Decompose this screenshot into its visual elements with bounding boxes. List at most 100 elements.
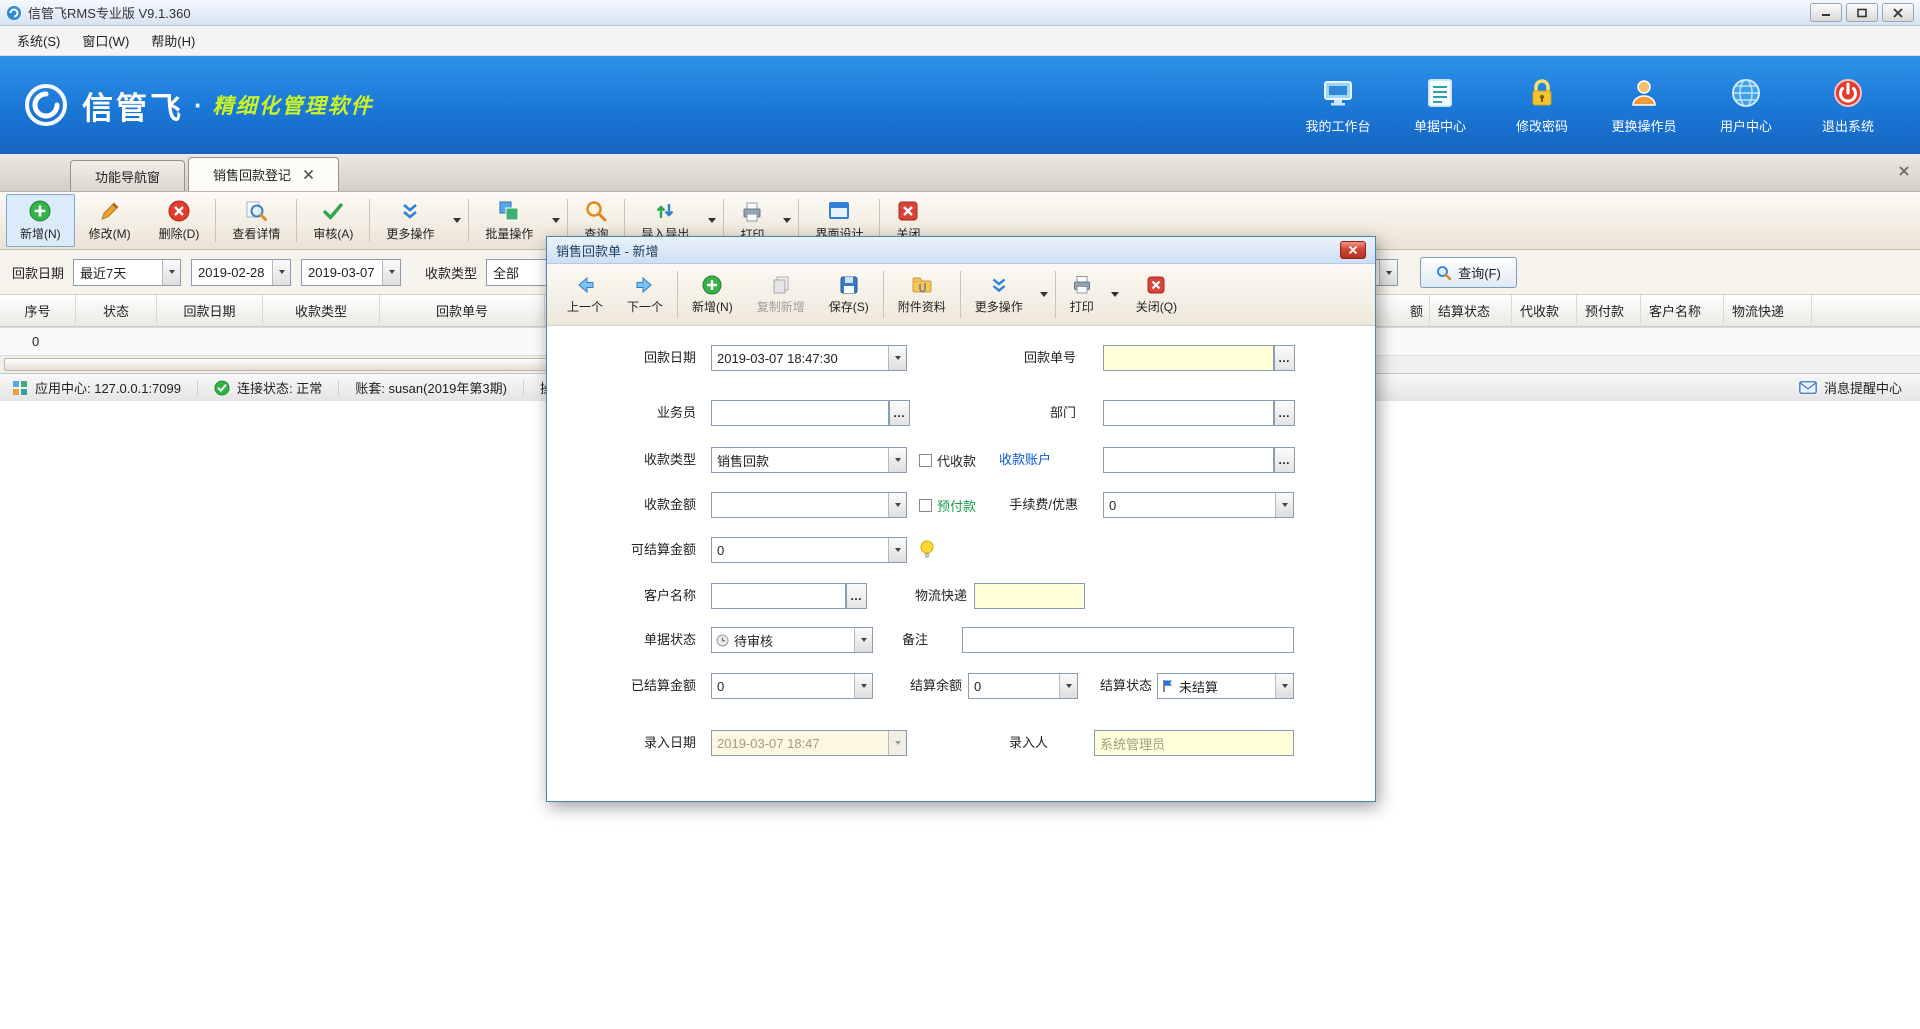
dropdown-arrow[interactable] xyxy=(854,674,872,698)
balance-combo[interactable]: 0 xyxy=(968,673,1078,699)
column-header-seq[interactable]: 序号 xyxy=(0,295,76,326)
column-header-customer[interactable]: 客户名称 xyxy=(1641,295,1724,326)
dropdown-arrow[interactable] xyxy=(888,538,906,562)
dialog-close-action-button[interactable]: 关闭(Q) xyxy=(1124,266,1189,323)
column-header-agency[interactable]: 代收款 xyxy=(1512,295,1577,326)
dialog-more-actions-button[interactable]: 更多操作 xyxy=(963,266,1035,323)
menu-help[interactable]: 帮助(H) xyxy=(140,26,206,55)
next-record-button[interactable]: 下一个 xyxy=(615,266,675,323)
document-list-icon xyxy=(1423,76,1457,110)
receipt-account-input[interactable] xyxy=(1103,447,1274,473)
receipt-type-combo[interactable]: 销售回款 xyxy=(711,447,907,473)
menu-system[interactable]: 系统(S) xyxy=(6,26,71,55)
attachments-button[interactable]: 附件资料 xyxy=(886,266,958,323)
column-header-logistics[interactable]: 物流快递 xyxy=(1724,295,1812,326)
dropdown-arrow[interactable] xyxy=(1059,674,1077,698)
salesman-input[interactable] xyxy=(711,400,889,426)
dialog-title-bar[interactable]: 销售回款单 - 新增 xyxy=(547,237,1375,264)
query-button[interactable]: 查询(F) xyxy=(1420,257,1517,288)
batch-actions-button[interactable]: 批量操作 xyxy=(471,194,547,247)
filter-date-label: 回款日期 xyxy=(12,263,64,282)
attachment-folder-icon xyxy=(911,274,933,296)
date-from-combo[interactable]: 2019-02-28 xyxy=(191,259,291,286)
more-actions-dropdown[interactable] xyxy=(448,194,466,247)
doc-status-combo[interactable]: 待审核 xyxy=(711,627,873,653)
edit-button[interactable]: 修改(M) xyxy=(75,194,145,247)
dropdown-arrow[interactable] xyxy=(888,346,906,370)
dropdown-arrow[interactable] xyxy=(888,493,906,517)
view-detail-button[interactable]: 查看详情 xyxy=(218,194,294,247)
amount-combo[interactable] xyxy=(711,492,907,518)
department-browse-button[interactable]: … xyxy=(1274,400,1295,426)
column-header-prepay[interactable]: 预付款 xyxy=(1577,295,1641,326)
column-header-status[interactable]: 状态 xyxy=(76,295,157,326)
dialog-add-button[interactable]: 新增(N) xyxy=(680,266,745,323)
fee-combo[interactable]: 0 xyxy=(1103,492,1294,518)
agency-receipt-checkbox[interactable]: 代收款 xyxy=(919,447,976,473)
settleable-value: 0 xyxy=(712,543,888,558)
payment-date-combo[interactable]: 2019-03-07 18:47:30 xyxy=(711,345,907,371)
dialog-close-button[interactable] xyxy=(1340,241,1366,259)
tab-function-navigator[interactable]: 功能导航窗 xyxy=(70,160,185,191)
date-to-combo[interactable]: 2019-03-07 xyxy=(301,259,401,286)
status-message-center[interactable]: 消息提醒中心 xyxy=(1799,378,1910,397)
dropdown-arrow[interactable] xyxy=(1379,260,1397,285)
delete-button[interactable]: 删除(D) xyxy=(145,194,214,247)
audit-button[interactable]: 审核(A) xyxy=(299,194,367,247)
chevron-down-icon xyxy=(783,218,791,223)
dialog-title: 销售回款单 - 新增 xyxy=(556,241,659,260)
save-button[interactable]: 保存(S) xyxy=(817,266,881,323)
customer-input[interactable] xyxy=(711,583,846,609)
customer-browse-button[interactable]: … xyxy=(846,583,867,609)
receipt-account-browse-button[interactable]: … xyxy=(1274,447,1295,473)
settle-status-combo[interactable]: 未结算 xyxy=(1157,673,1294,699)
previous-record-button[interactable]: 上一个 xyxy=(555,266,615,323)
logistics-input[interactable] xyxy=(974,583,1085,609)
hint-lightbulb-icon[interactable] xyxy=(919,540,935,563)
receipt-account-link[interactable]: 收款账户 xyxy=(999,447,1051,473)
salesman-browse-button[interactable]: … xyxy=(889,400,910,426)
change-password-button[interactable]: 修改密码 xyxy=(1506,76,1578,135)
prepay-checkbox[interactable]: 预付款 xyxy=(919,492,976,518)
remark-input[interactable] xyxy=(962,627,1294,653)
banner-action-label: 更换操作员 xyxy=(1611,116,1676,135)
date-preset-combo[interactable]: 最近7天 xyxy=(73,259,181,286)
column-header-type[interactable]: 收款类型 xyxy=(263,295,380,326)
department-input[interactable] xyxy=(1103,400,1274,426)
maximize-button[interactable] xyxy=(1846,3,1878,22)
column-header-date[interactable]: 回款日期 xyxy=(157,295,263,326)
exit-system-button[interactable]: 退出系统 xyxy=(1812,76,1884,135)
tab-sales-payment-register[interactable]: 销售回款登记 xyxy=(188,157,339,191)
dropdown-arrow[interactable] xyxy=(272,260,290,285)
close-button[interactable] xyxy=(1882,3,1914,22)
dialog-more-dropdown[interactable] xyxy=(1035,266,1053,323)
dropdown-arrow[interactable] xyxy=(1275,674,1293,698)
menu-window[interactable]: 窗口(W) xyxy=(71,26,140,55)
dropdown-arrow[interactable] xyxy=(1275,493,1293,517)
document-center-button[interactable]: 单据中心 xyxy=(1404,76,1476,135)
add-button[interactable]: 新增(N) xyxy=(6,194,75,247)
dropdown-arrow[interactable] xyxy=(888,448,906,472)
settleable-combo[interactable]: 0 xyxy=(711,537,907,563)
filter-type-label: 收款类型 xyxy=(425,263,477,282)
more-actions-button[interactable]: 更多操作 xyxy=(372,194,448,247)
column-header-docno[interactable]: 回款单号 xyxy=(380,295,545,326)
dialog-toolbar-label: 附件资料 xyxy=(898,298,946,315)
toolbar-label: 查看详情 xyxy=(232,225,280,242)
dropdown-arrow[interactable] xyxy=(162,260,180,285)
doc-no-browse-button[interactable]: … xyxy=(1274,345,1295,371)
application-window: 信管飞RMS专业版 V9.1.360 系统(S) 窗口(W) 帮助(H) 信管飞 xyxy=(0,0,1920,1029)
user-center-button[interactable]: 用户中心 xyxy=(1710,76,1782,135)
settled-combo[interactable]: 0 xyxy=(711,673,873,699)
column-header-settle-status[interactable]: 结算状态 xyxy=(1430,295,1512,326)
doc-no-input[interactable] xyxy=(1103,345,1274,371)
dropdown-arrow[interactable] xyxy=(382,260,400,285)
switch-operator-button[interactable]: 更换操作员 xyxy=(1608,76,1680,135)
my-workbench-button[interactable]: 我的工作台 xyxy=(1302,76,1374,135)
dialog-print-button[interactable]: 打印 xyxy=(1058,266,1106,323)
dialog-print-dropdown[interactable] xyxy=(1106,266,1124,323)
tabbar-close-icon[interactable] xyxy=(1898,165,1910,177)
minimize-button[interactable] xyxy=(1810,3,1842,22)
department-label: 部门 xyxy=(947,400,1076,426)
tab-close-icon[interactable] xyxy=(303,169,314,180)
